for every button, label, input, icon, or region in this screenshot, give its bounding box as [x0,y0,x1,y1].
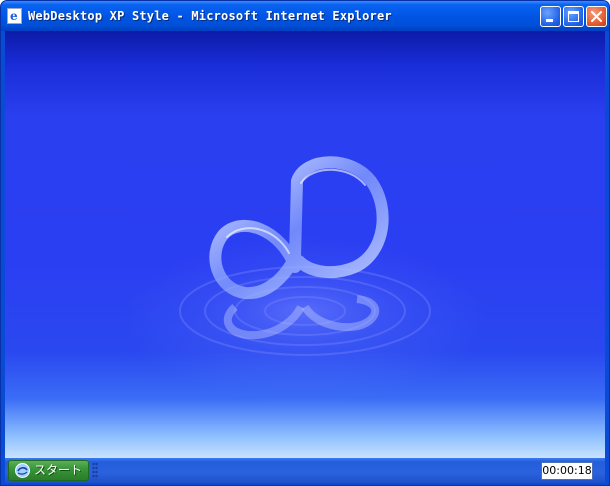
start-button[interactable]: スタート [8,460,89,481]
clock-text: 00:00:18 [542,464,592,477]
minimize-button[interactable] [540,6,561,27]
close-button[interactable] [586,6,607,27]
start-label: スタート [34,463,83,477]
infinity-logo-wallpaper [165,156,445,366]
window-title: WebDesktop XP Style - Microsoft Internet… [28,9,392,23]
title-bar[interactable]: e WebDesktop XP Style - Microsoft Intern… [1,1,609,31]
desktop[interactable] [5,31,605,458]
minimize-icon [546,19,553,22]
start-logo-icon [15,463,30,478]
taskbar: スタート 00:00:18 [5,458,605,483]
browser-window: e WebDesktop XP Style - Microsoft Intern… [0,0,610,486]
taskbar-grip[interactable] [92,462,98,479]
maximize-icon [568,11,579,22]
internet-explorer-icon[interactable]: e [7,8,22,24]
close-icon [591,11,602,22]
tray-clock[interactable]: 00:00:18 [541,462,593,480]
maximize-button[interactable] [563,6,584,27]
